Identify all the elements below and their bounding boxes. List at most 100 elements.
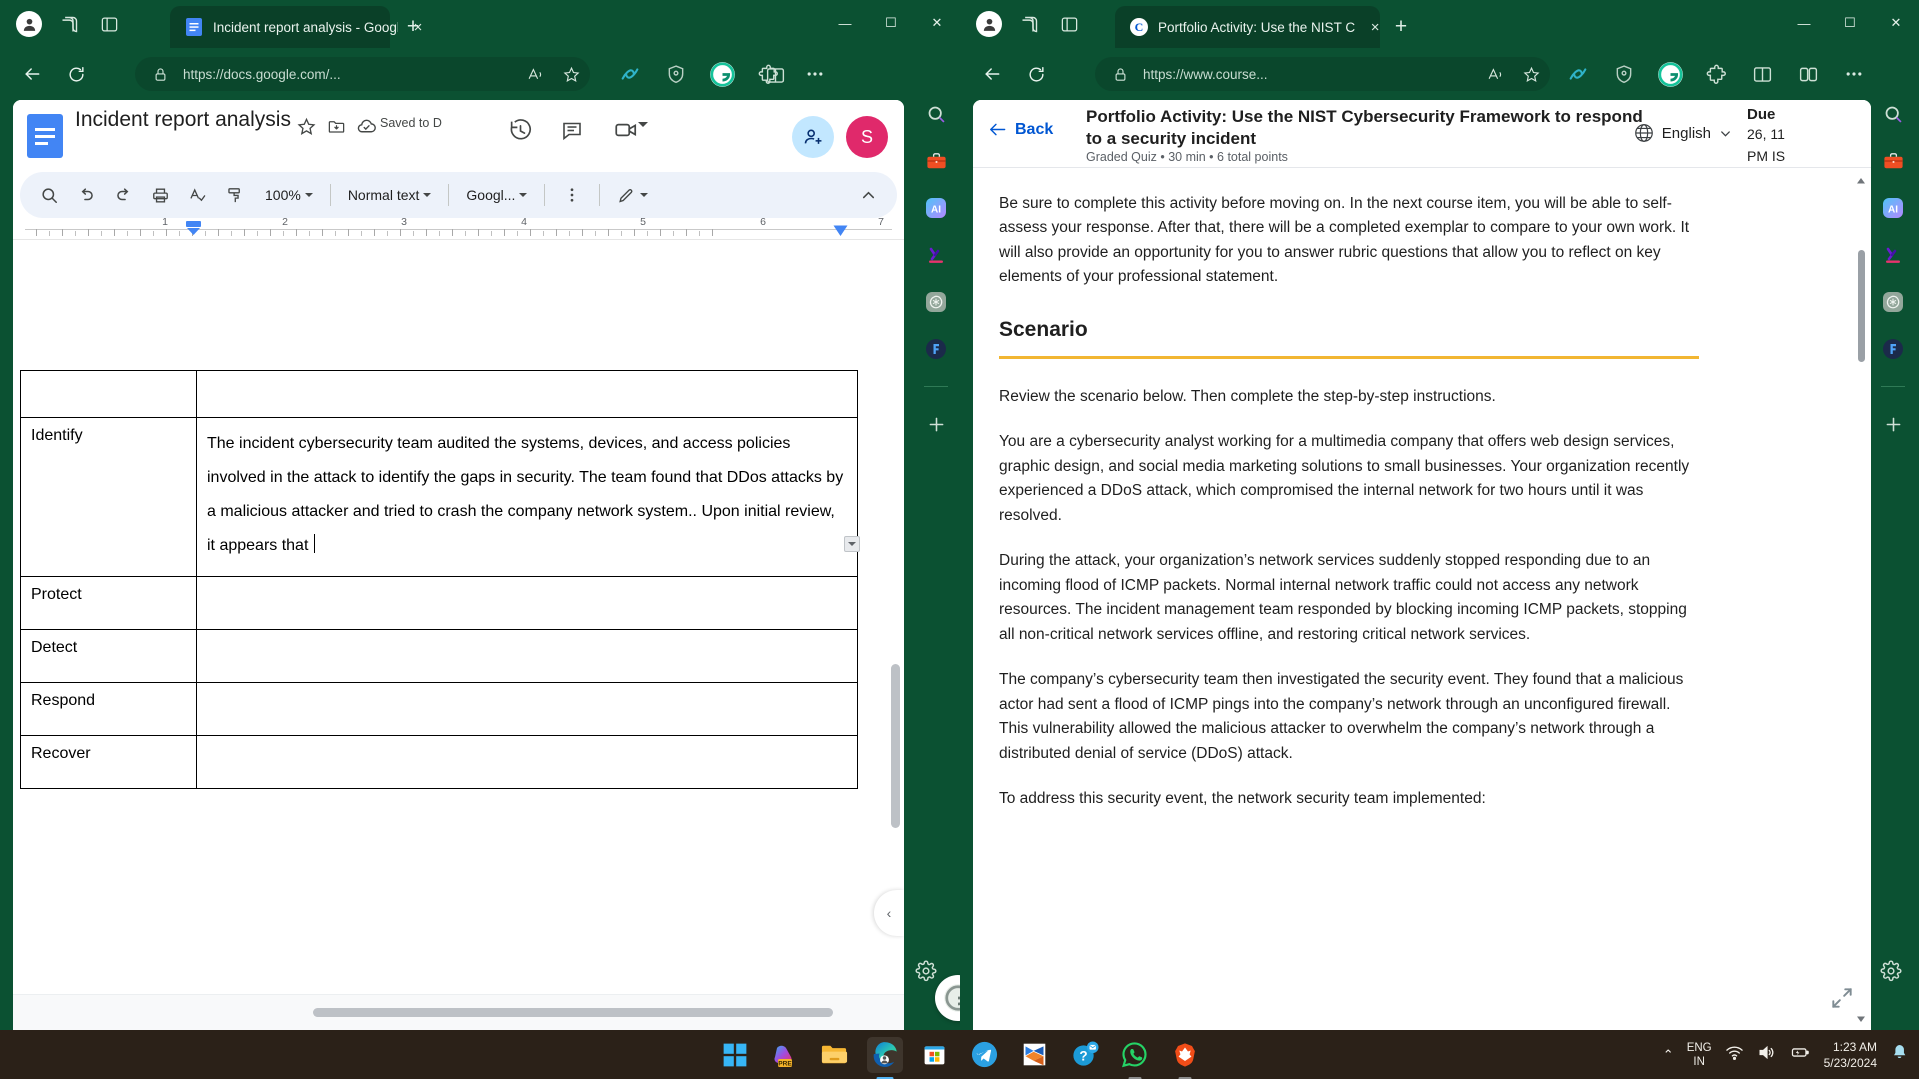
- help-icon[interactable]: ?: [1067, 1037, 1103, 1073]
- scroll-down-arrow-icon[interactable]: [1855, 1012, 1867, 1024]
- search-icon[interactable]: [32, 178, 66, 212]
- app-f-icon[interactable]: [922, 335, 950, 363]
- workspaces-button-right[interactable]: [1012, 8, 1046, 40]
- profile-button-left[interactable]: [12, 8, 46, 40]
- url-bar-right[interactable]: https://www.course...: [1095, 57, 1550, 91]
- search-icon[interactable]: [922, 100, 950, 128]
- more-options-icon-right[interactable]: [1839, 59, 1869, 89]
- volume-icon[interactable]: [1757, 1043, 1776, 1067]
- maximize-button-right[interactable]: ☐: [1827, 0, 1873, 46]
- file-explorer-icon[interactable]: [817, 1037, 853, 1073]
- tab-actions-button-right[interactable]: [1052, 8, 1086, 40]
- designer-icon[interactable]: [1879, 241, 1907, 269]
- clock[interactable]: 1:23 AM 5/23/2024: [1824, 1039, 1877, 1071]
- star-icon[interactable]: [294, 114, 318, 138]
- maximize-button-left[interactable]: ☐: [868, 0, 914, 46]
- telegram-icon[interactable]: [967, 1037, 1003, 1073]
- undo-icon[interactable]: [69, 178, 103, 212]
- browser-tab-right[interactable]: C Portfolio Activity: Use the NIST C ×: [1115, 6, 1380, 48]
- nfc-extension-icon[interactable]: [615, 59, 645, 89]
- document-title[interactable]: Incident report analysis: [75, 108, 291, 132]
- windows-start-icon[interactable]: [717, 1037, 753, 1073]
- print-icon[interactable]: [143, 178, 177, 212]
- table-cell-value[interactable]: [197, 577, 857, 629]
- browser-tab-left[interactable]: Incident report analysis - Google ×: [170, 6, 422, 48]
- close-button-left[interactable]: ✕: [914, 0, 960, 46]
- back-button-left[interactable]: [14, 56, 50, 92]
- scroll-up-arrow-icon[interactable]: [1855, 174, 1867, 186]
- document-horizontal-scrollbar[interactable]: [313, 1008, 833, 1017]
- table-cell-label[interactable]: [21, 371, 197, 417]
- minimize-button-right[interactable]: —: [1781, 0, 1827, 46]
- battery-icon[interactable]: [1789, 1043, 1811, 1067]
- tray-overflow-icon[interactable]: ⌃: [1663, 1047, 1674, 1063]
- document-horizontal-scrollbar-track[interactable]: [13, 994, 904, 1030]
- docs-ruler[interactable]: 1 2 3 4 5 6 7: [13, 216, 904, 242]
- shield-extension-icon[interactable]: [661, 59, 691, 89]
- table-row[interactable]: Recover: [20, 736, 858, 789]
- read-aloud-icon[interactable]: [1482, 61, 1508, 87]
- grammarly-extension-icon[interactable]: [707, 59, 737, 89]
- document-canvas[interactable]: Identify The incident cybersecurity team…: [13, 240, 904, 996]
- profile-button-right[interactable]: [972, 8, 1006, 40]
- left-indent-marker[interactable]: [185, 220, 202, 242]
- minimize-button-left[interactable]: —: [822, 0, 868, 46]
- spellcheck-icon[interactable]: [180, 178, 214, 212]
- table-cell-label[interactable]: Recover: [21, 736, 197, 788]
- more-toolbar-options-icon[interactable]: [555, 178, 589, 212]
- add-sidebar-app-button[interactable]: [922, 410, 950, 438]
- table-cell-label[interactable]: Respond: [21, 683, 197, 735]
- collapse-toolbar-icon[interactable]: [851, 178, 885, 212]
- close-icon[interactable]: ×: [1364, 16, 1386, 38]
- nfc-extension-icon[interactable]: [1563, 59, 1593, 89]
- document-page[interactable]: Identify The incident cybersecurity team…: [13, 240, 875, 789]
- table-cell-value[interactable]: The incident cybersecurity team audited …: [197, 418, 857, 576]
- paragraph-style-select[interactable]: Normal text: [341, 179, 439, 211]
- table-row[interactable]: Identify The incident cybersecurity team…: [20, 418, 858, 577]
- table-cell-label[interactable]: Identify: [21, 418, 197, 576]
- new-tab-button-right[interactable]: +: [1388, 14, 1414, 40]
- grammarly-extension-icon[interactable]: [1655, 59, 1685, 89]
- favorite-star-icon[interactable]: [1518, 61, 1544, 87]
- table-cell-label[interactable]: Detect: [21, 630, 197, 682]
- more-options-icon-left[interactable]: [800, 59, 830, 89]
- share-button[interactable]: [792, 116, 834, 158]
- shopping-briefcase-icon[interactable]: [922, 147, 950, 175]
- zoom-level-select[interactable]: 100%: [258, 179, 320, 211]
- reload-button-left[interactable]: [58, 56, 94, 92]
- settings-gear-icon-right[interactable]: [1875, 955, 1907, 987]
- search-icon[interactable]: [1879, 100, 1907, 128]
- language-indicator[interactable]: ENG IN: [1687, 1041, 1712, 1069]
- table-cell-value[interactable]: [197, 371, 857, 417]
- split-screen-icon-left[interactable]: [760, 60, 790, 90]
- move-to-folder-icon[interactable]: [324, 114, 348, 138]
- read-aloud-icon[interactable]: [522, 61, 548, 87]
- back-button-right[interactable]: [974, 56, 1010, 92]
- microsoft-store-icon[interactable]: [917, 1037, 953, 1073]
- coursera-vertical-scrollbar[interactable]: [1858, 250, 1865, 362]
- add-sidebar-app-button[interactable]: [1879, 410, 1907, 438]
- favorite-star-icon[interactable]: [558, 61, 584, 87]
- cell-options-icon[interactable]: [844, 536, 860, 552]
- chevron-down-icon[interactable]: [638, 122, 648, 127]
- ai-icon[interactable]: AI: [1879, 194, 1907, 222]
- nist-table[interactable]: Identify The incident cybersecurity team…: [20, 370, 860, 789]
- close-button-right[interactable]: ✕: [1873, 0, 1919, 46]
- designer-icon[interactable]: [922, 241, 950, 269]
- app-f-icon[interactable]: [1879, 335, 1907, 363]
- tab-actions-button-left[interactable]: [92, 8, 126, 40]
- table-row[interactable]: [20, 370, 858, 418]
- copilot-pre-icon[interactable]: PRE: [767, 1037, 803, 1073]
- table-row[interactable]: Respond: [20, 683, 858, 736]
- puzzle-extensions-icon[interactable]: [1701, 59, 1731, 89]
- openai-icon[interactable]: [922, 288, 950, 316]
- split-screen-icon-right[interactable]: [1747, 59, 1777, 89]
- back-button[interactable]: Back: [987, 120, 1053, 139]
- font-family-select[interactable]: Googl...: [459, 179, 534, 211]
- shield-extension-icon[interactable]: [1609, 59, 1639, 89]
- document-vertical-scrollbar[interactable]: [891, 664, 900, 828]
- table-cell-value[interactable]: [197, 630, 857, 682]
- redo-icon[interactable]: [106, 178, 140, 212]
- meet-camera-icon[interactable]: [610, 114, 642, 146]
- reload-button-right[interactable]: [1018, 56, 1054, 92]
